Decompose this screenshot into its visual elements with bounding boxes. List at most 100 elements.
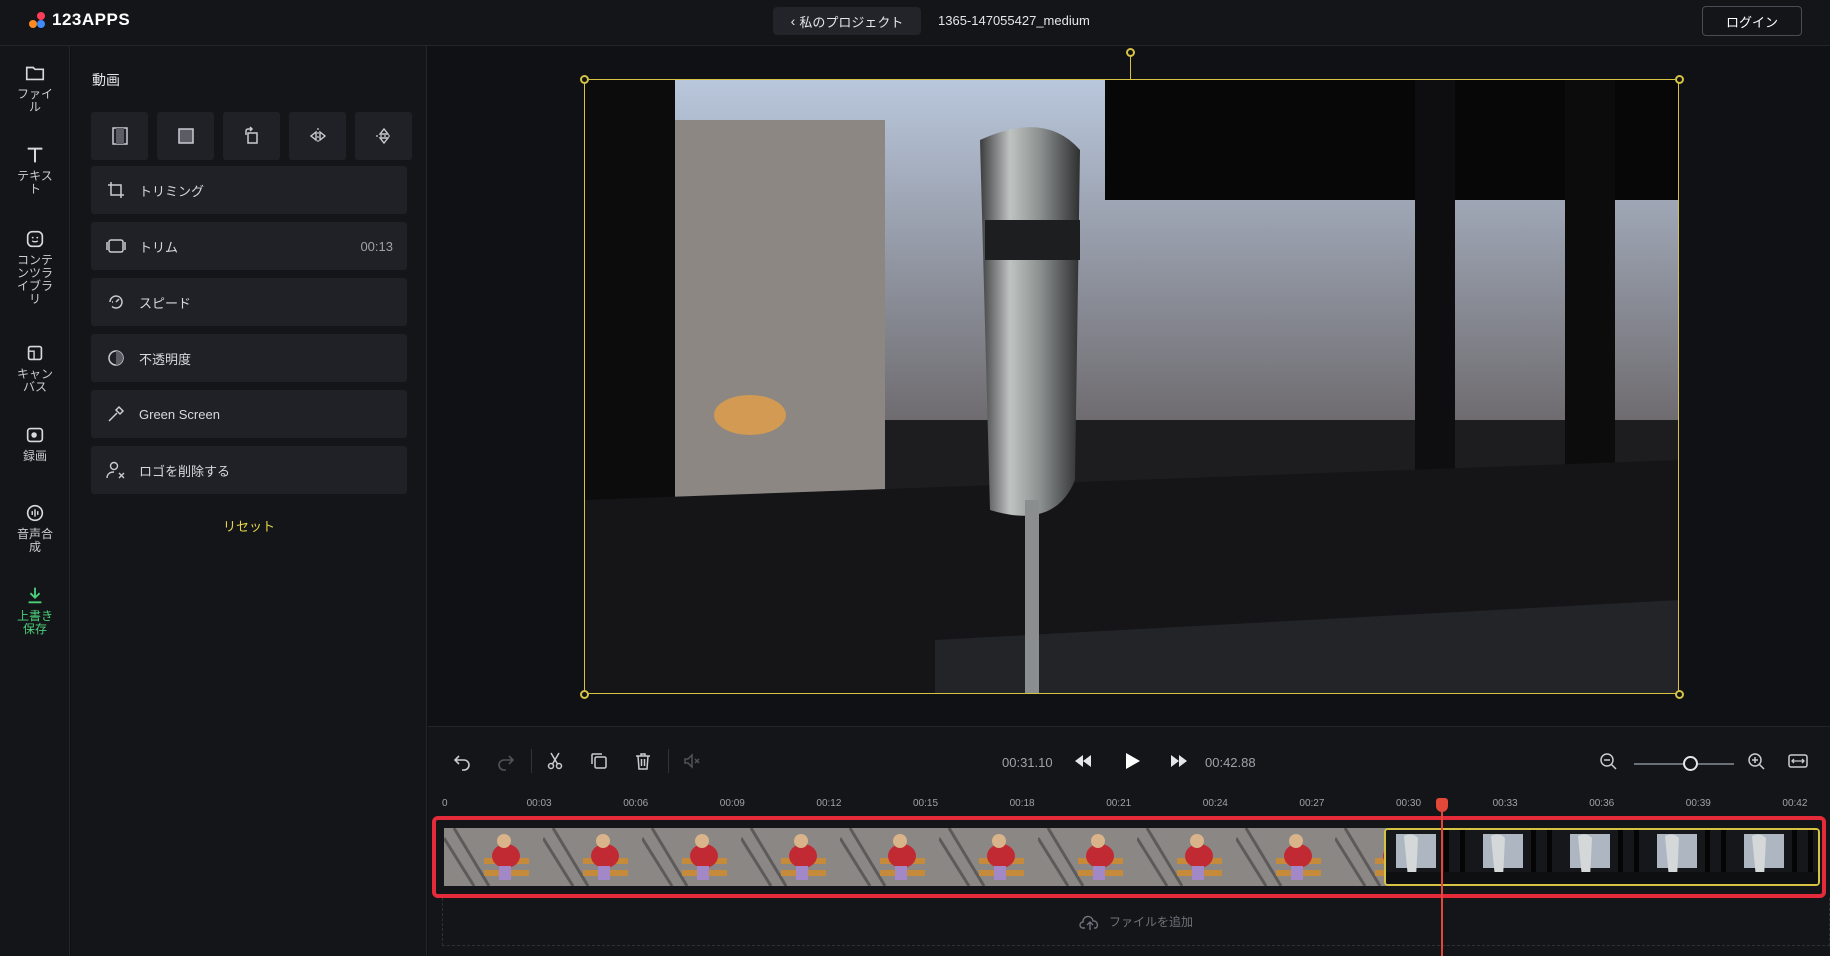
mute-button[interactable] <box>680 749 704 773</box>
undo-icon <box>453 755 470 771</box>
rail-item-file[interactable]: ファイル <box>0 62 70 114</box>
clip-thumbnail <box>1386 830 1473 884</box>
crop-icon <box>105 179 127 201</box>
rail-item-save[interactable]: 上書き保存 <box>0 584 70 636</box>
delete-button[interactable] <box>631 749 655 773</box>
top-bar: 123APPS ‹ 私のプロジェクト 1365-147055427_medium… <box>0 0 1830 46</box>
rail-item-content-library[interactable]: コンテンツライブラリ <box>0 228 70 306</box>
fast-forward-icon <box>1171 755 1187 767</box>
transform-tools <box>91 112 412 160</box>
reset-button[interactable]: リセット <box>91 516 407 535</box>
fit-timeline-button[interactable] <box>1786 749 1810 773</box>
rail-item-canvas[interactable]: キャンバス <box>0 342 70 394</box>
cloud-upload-icon <box>1079 915 1099 930</box>
playhead-line <box>1441 798 1443 956</box>
clip-thumbnail <box>838 828 939 886</box>
zoom-in-button[interactable] <box>1744 749 1768 773</box>
option-label: トリミング <box>139 183 205 199</box>
trim-duration: 00:13 <box>360 238 393 254</box>
ruler-tick-label: 00:09 <box>719 798 745 809</box>
app-logo[interactable]: 123APPS <box>28 10 130 30</box>
rewind-button[interactable] <box>1071 749 1095 773</box>
resize-handle-bottom-right[interactable] <box>1675 690 1684 699</box>
clip-thumbnail <box>640 828 741 886</box>
back-to-projects-button[interactable]: ‹ 私のプロジェクト <box>773 7 921 35</box>
rail-item-voice[interactable]: 音声合成 <box>0 502 70 554</box>
ruler-tick-label: 00:30 <box>1396 798 1422 809</box>
resize-handle-top-right[interactable] <box>1675 75 1684 84</box>
voice-icon <box>26 504 44 522</box>
redo-button[interactable] <box>494 749 518 773</box>
option-green-screen[interactable]: Green Screen <box>91 390 407 438</box>
speed-icon <box>105 291 127 313</box>
flip-vertical-button[interactable] <box>355 112 412 160</box>
logo-mark-icon <box>28 11 46 29</box>
rail-item-text[interactable]: テキスト <box>0 144 70 196</box>
duplicate-button[interactable] <box>587 749 611 773</box>
ruler-tick-label: 00:21 <box>1106 798 1132 809</box>
clip-thumbnail <box>541 828 642 886</box>
zoom-slider-thumb[interactable] <box>1683 756 1698 771</box>
playhead-handle[interactable] <box>1436 798 1448 812</box>
playback-controls: 00:31.10 00:42.88 <box>428 726 1830 796</box>
option-label: スピード <box>139 295 192 311</box>
cut-button[interactable] <box>543 749 567 773</box>
project-name[interactable]: 1365-147055427_medium <box>938 13 1090 28</box>
preview-area <box>428 46 1830 726</box>
sticker-icon <box>26 230 44 248</box>
back-label: 私のプロジェクト <box>799 14 904 30</box>
ruler-tick-label: 0 <box>442 798 448 809</box>
record-icon <box>26 427 44 443</box>
logo-text: 123APPS <box>52 10 131 29</box>
ruler-tick-label: 00:15 <box>913 798 939 809</box>
ruler-tick-label: 00:18 <box>1009 798 1035 809</box>
timeline[interactable]: 0 00:03 00:06 00:09 00:12 00:15 00:18 00:21 00:2… <box>428 796 1830 956</box>
clip-thumbnail <box>1234 828 1335 886</box>
clip-thumbnail <box>1135 828 1236 886</box>
option-label: Green Screen <box>139 406 220 422</box>
rotate-line <box>1130 54 1131 80</box>
option-remove-logo[interactable]: ロゴを削除する <box>91 446 407 494</box>
option-label: トリム <box>139 239 179 255</box>
ruler-tick-label: 00:36 <box>1589 798 1615 809</box>
timeline-ruler[interactable]: 0 00:03 00:06 00:09 00:12 00:15 00:18 00:21 00:2… <box>428 796 1830 816</box>
clip-thumbnail <box>937 828 1038 886</box>
fast-forward-button[interactable] <box>1167 749 1191 773</box>
option-trim[interactable]: トリム 00:13 <box>91 222 407 270</box>
zoom-out-button[interactable] <box>1596 749 1620 773</box>
canvas-icon <box>27 345 43 361</box>
undo-button[interactable] <box>450 749 474 773</box>
redo-icon <box>498 755 515 771</box>
option-label: ロゴを削除する <box>139 463 231 479</box>
login-button[interactable]: ログイン <box>1702 6 1802 36</box>
clip-thumbnail <box>1560 830 1647 884</box>
add-file-dropzone[interactable]: ファイルを追加 <box>442 898 1830 946</box>
flip-horizontal-button[interactable] <box>289 112 346 160</box>
fit-button[interactable] <box>91 112 148 160</box>
rail-label: ファイル <box>16 87 53 114</box>
trash-icon <box>636 753 650 770</box>
video-clip-1[interactable] <box>444 828 1388 886</box>
fit-width-icon <box>1788 754 1808 768</box>
rail-item-record[interactable]: 録画 <box>0 424 70 463</box>
rotate-button[interactable] <box>223 112 280 160</box>
video-clip-2-selected[interactable] <box>1384 828 1820 886</box>
fill-button[interactable] <box>157 112 214 160</box>
play-button[interactable] <box>1119 749 1143 773</box>
ruler-tick-label: 00:27 <box>1299 798 1325 809</box>
option-opacity[interactable]: 不透明度 <box>91 334 407 382</box>
scissors-icon <box>547 752 563 770</box>
option-crop[interactable]: トリミング <box>91 166 407 214</box>
rotate-handle[interactable] <box>1126 48 1135 57</box>
resize-handle-bottom-left[interactable] <box>580 690 589 699</box>
fit-icon <box>111 127 128 145</box>
video-frame[interactable] <box>584 79 1679 694</box>
video-image <box>585 80 1678 693</box>
resize-handle-top-left[interactable] <box>580 75 589 84</box>
ruler-tick-label: 00:42 <box>1782 798 1808 809</box>
option-speed[interactable]: スピード <box>91 278 407 326</box>
zoom-in-icon <box>1748 753 1765 770</box>
clip-thumbnail <box>739 828 840 886</box>
fill-icon <box>177 128 194 144</box>
folder-icon <box>25 66 45 81</box>
